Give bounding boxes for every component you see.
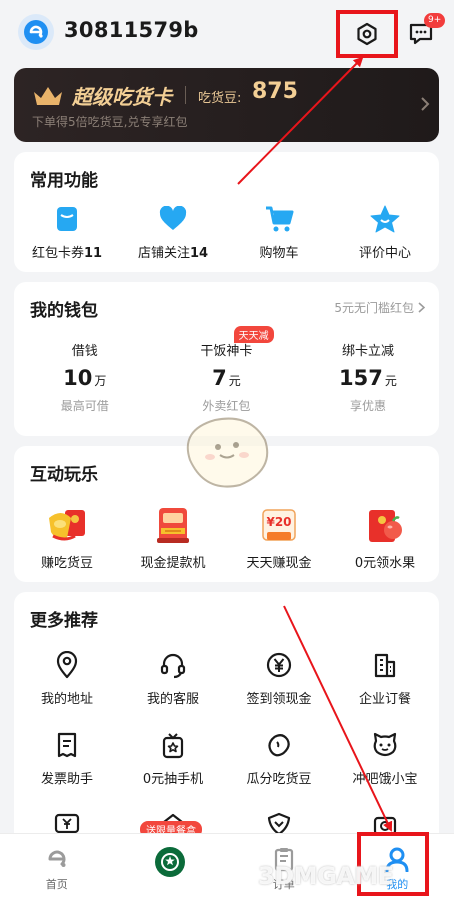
home-logo-icon <box>48 850 66 867</box>
arrow-to-settings <box>237 56 364 185</box>
starbucks-logo-icon <box>155 847 186 877</box>
tab-home-label: 首页 <box>45 878 68 891</box>
annotation-arrows <box>237 56 393 832</box>
tab-starbucks[interactable] <box>114 834 228 900</box>
arrow-to-me-tab <box>283 605 393 832</box>
site-watermark: 3DMGAME <box>258 862 394 890</box>
tab-home[interactable]: 首页 <box>0 834 114 900</box>
